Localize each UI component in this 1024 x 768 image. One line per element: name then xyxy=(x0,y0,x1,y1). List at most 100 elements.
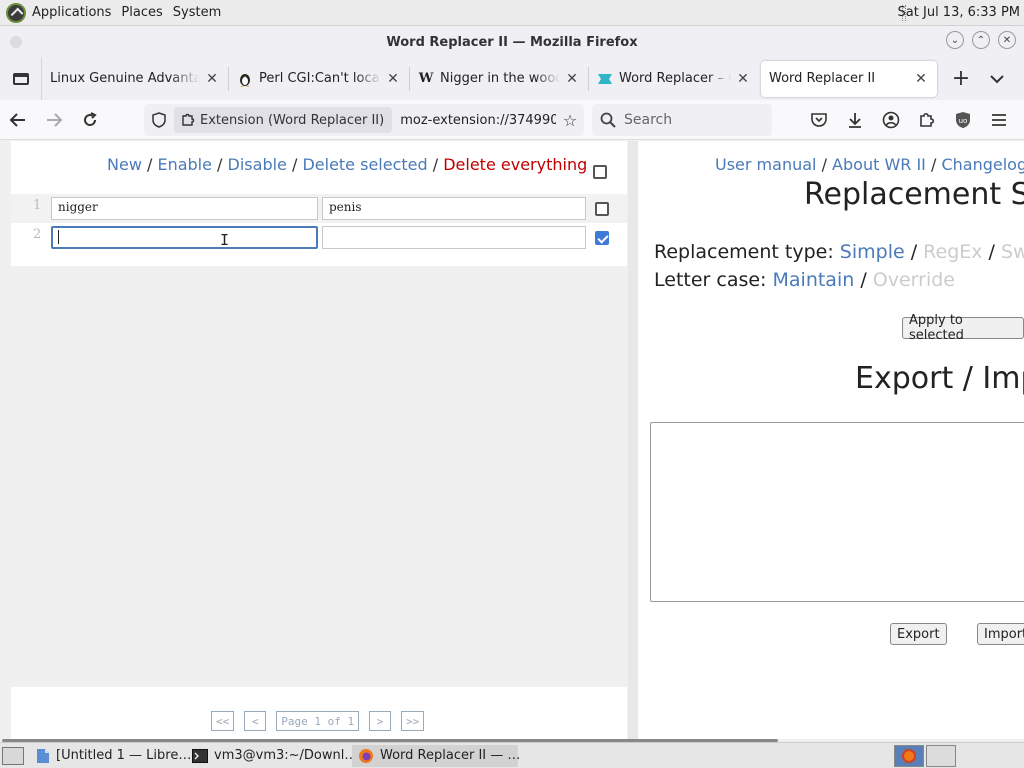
pagination: << < Page 1 of 1 > >> xyxy=(211,711,425,731)
tab-close-icon[interactable]: ✕ xyxy=(204,71,220,87)
tracking-protection-shield-icon[interactable] xyxy=(144,112,174,128)
separator: / xyxy=(982,241,1001,263)
delete-selected-link[interactable]: Delete selected xyxy=(302,155,427,174)
tab-word-replacer-ii[interactable]: Word Replacer II ✕ xyxy=(761,60,937,97)
delete-everything-link[interactable]: Delete everything xyxy=(443,155,587,174)
user-manual-link[interactable]: User manual xyxy=(715,155,816,174)
tab-label: Perl CGI:Can't locate xyxy=(259,71,381,86)
menu-system[interactable]: System xyxy=(173,5,221,20)
replacements-panel: New / Enable / Disable / Delete selected… xyxy=(11,141,627,266)
about-link[interactable]: About WR II xyxy=(832,155,926,174)
maximize-button[interactable]: ⌃ xyxy=(972,31,990,49)
separator: / xyxy=(904,241,924,263)
forward-button[interactable] xyxy=(36,104,72,136)
workspace-2[interactable] xyxy=(926,745,956,767)
apply-to-selected-button[interactable]: Apply to selected xyxy=(902,313,1024,343)
replace-to-input[interactable]: penis xyxy=(322,197,586,220)
workspace-1[interactable] xyxy=(894,745,924,767)
hamburger-menu-icon[interactable] xyxy=(982,104,1016,136)
tab-label: Word Replacer – Get xyxy=(619,71,731,86)
tab-wikipedia[interactable]: W Nigger in the woodpile ✕ xyxy=(410,61,588,97)
firefox-view-button[interactable] xyxy=(0,57,42,100)
url-bar[interactable]: Extension (Word Replacer II) moz-extensi… xyxy=(144,104,584,136)
case-override-link[interactable]: Override xyxy=(873,269,955,291)
type-regex-link[interactable]: RegEx xyxy=(923,241,982,263)
taskbar-label: [Untitled 1 — Libre… xyxy=(56,748,192,763)
export-import-title: Export / Imp xyxy=(855,361,1024,396)
panel-divider xyxy=(628,141,638,741)
replacement-type-label: Replacement type: xyxy=(654,241,840,263)
libreoffice-icon xyxy=(36,748,50,764)
type-swap-link[interactable]: Swap xyxy=(1001,241,1024,263)
pocket-icon[interactable] xyxy=(802,104,836,136)
firefox-icon xyxy=(902,749,916,763)
extension-identity-badge[interactable]: Extension (Word Replacer II) xyxy=(174,107,393,133)
tab-strip: Linux Genuine Advantage ✕ Perl CGI:Can't… xyxy=(0,57,1024,100)
separator: / xyxy=(816,155,833,174)
reload-button[interactable] xyxy=(72,104,108,136)
tab-perl-cgi[interactable]: Perl CGI:Can't locate ✕ xyxy=(229,61,409,97)
text-caret xyxy=(58,230,59,244)
account-icon[interactable] xyxy=(874,104,908,136)
downloads-icon[interactable] xyxy=(838,104,872,136)
extensions-puzzle-icon[interactable] xyxy=(910,104,944,136)
extension-label: Extension (Word Replacer II) xyxy=(200,112,385,128)
list-all-tabs-button[interactable] xyxy=(979,61,1015,97)
disable-link[interactable]: Disable xyxy=(228,155,287,174)
export-import-textarea[interactable] xyxy=(650,422,1024,602)
next-page-button[interactable]: > xyxy=(369,711,392,731)
window-menu-icon[interactable] xyxy=(10,36,22,48)
clock[interactable]: Sat Jul 13, 6:33 PM xyxy=(898,5,1020,20)
changelog-link[interactable]: Changelog xyxy=(941,155,1024,174)
import-button[interactable]: Import xyxy=(977,623,1024,645)
separator: / xyxy=(427,155,444,174)
tab-linux-genuine[interactable]: Linux Genuine Advantage ✕ xyxy=(42,61,228,97)
replacement-type-row: Replacement type: Simple / RegEx / Swap xyxy=(654,241,1024,263)
close-window-button[interactable]: ✕ xyxy=(998,31,1016,49)
back-button[interactable] xyxy=(0,104,36,136)
window-title: Word Replacer II — Mozilla Firefox xyxy=(386,34,638,50)
tab-close-icon[interactable]: ✕ xyxy=(735,71,751,87)
prev-page-button[interactable]: < xyxy=(244,711,267,731)
replace-to-input[interactable] xyxy=(322,226,586,249)
mouse-ibeam-cursor-icon: I xyxy=(220,231,230,249)
ublock-origin-icon[interactable]: uo xyxy=(946,104,980,136)
first-page-button[interactable]: << xyxy=(211,711,235,731)
replace-from-input[interactable]: nigger xyxy=(51,197,318,220)
last-page-button[interactable]: >> xyxy=(401,711,425,731)
url-text[interactable]: moz-extension://374990 xyxy=(400,113,556,128)
tab-word-replacer-get[interactable]: Word Replacer – Get ✕ xyxy=(589,61,759,97)
bookmark-star-icon[interactable]: ☆ xyxy=(556,111,584,130)
tab-close-icon[interactable]: ✕ xyxy=(913,71,929,87)
export-button[interactable]: Export xyxy=(890,623,947,645)
separator: / xyxy=(854,269,873,291)
search-placeholder: Search xyxy=(624,112,673,128)
enable-link[interactable]: Enable xyxy=(157,155,212,174)
taskbar-label: Word Replacer II — … xyxy=(380,748,521,763)
minimize-button[interactable]: ⌄ xyxy=(946,31,964,49)
row-checkbox[interactable] xyxy=(595,202,609,216)
new-tab-button[interactable]: + xyxy=(943,61,979,97)
new-link[interactable]: New xyxy=(107,155,142,174)
menu-places[interactable]: Places xyxy=(121,5,162,20)
show-desktop-icon[interactable] xyxy=(2,746,24,765)
tab-close-icon[interactable]: ✕ xyxy=(385,71,401,87)
table-row: 1 nigger penis xyxy=(11,194,627,223)
case-maintain-link[interactable]: Maintain xyxy=(773,269,855,291)
menu-applications[interactable]: Applications xyxy=(32,5,111,20)
tab-label: Linux Genuine Advantage xyxy=(50,71,200,86)
tab-close-icon[interactable]: ✕ xyxy=(564,71,580,87)
bottom-taskbar: [Untitled 1 — Libre… vm3@vm3:~/Downl… Wo… xyxy=(0,742,1024,768)
type-simple-link[interactable]: Simple xyxy=(840,241,905,263)
word-replacer-icon xyxy=(597,71,613,87)
chevron-down-icon xyxy=(990,74,1004,83)
row-checkbox[interactable] xyxy=(595,231,609,245)
taskbar-item-firefox[interactable]: Word Replacer II — … xyxy=(352,744,521,767)
taskbar-item-terminal[interactable]: vm3@vm3:~/Downl… xyxy=(186,745,357,767)
select-all-checkbox[interactable] xyxy=(593,165,607,179)
distro-logo-icon[interactable] xyxy=(6,2,26,23)
replace-from-input[interactable] xyxy=(51,226,318,249)
forward-arrow-icon xyxy=(47,112,63,127)
search-bar[interactable]: Search xyxy=(592,104,772,136)
taskbar-item-libreoffice[interactable]: [Untitled 1 — Libre… xyxy=(30,745,191,767)
